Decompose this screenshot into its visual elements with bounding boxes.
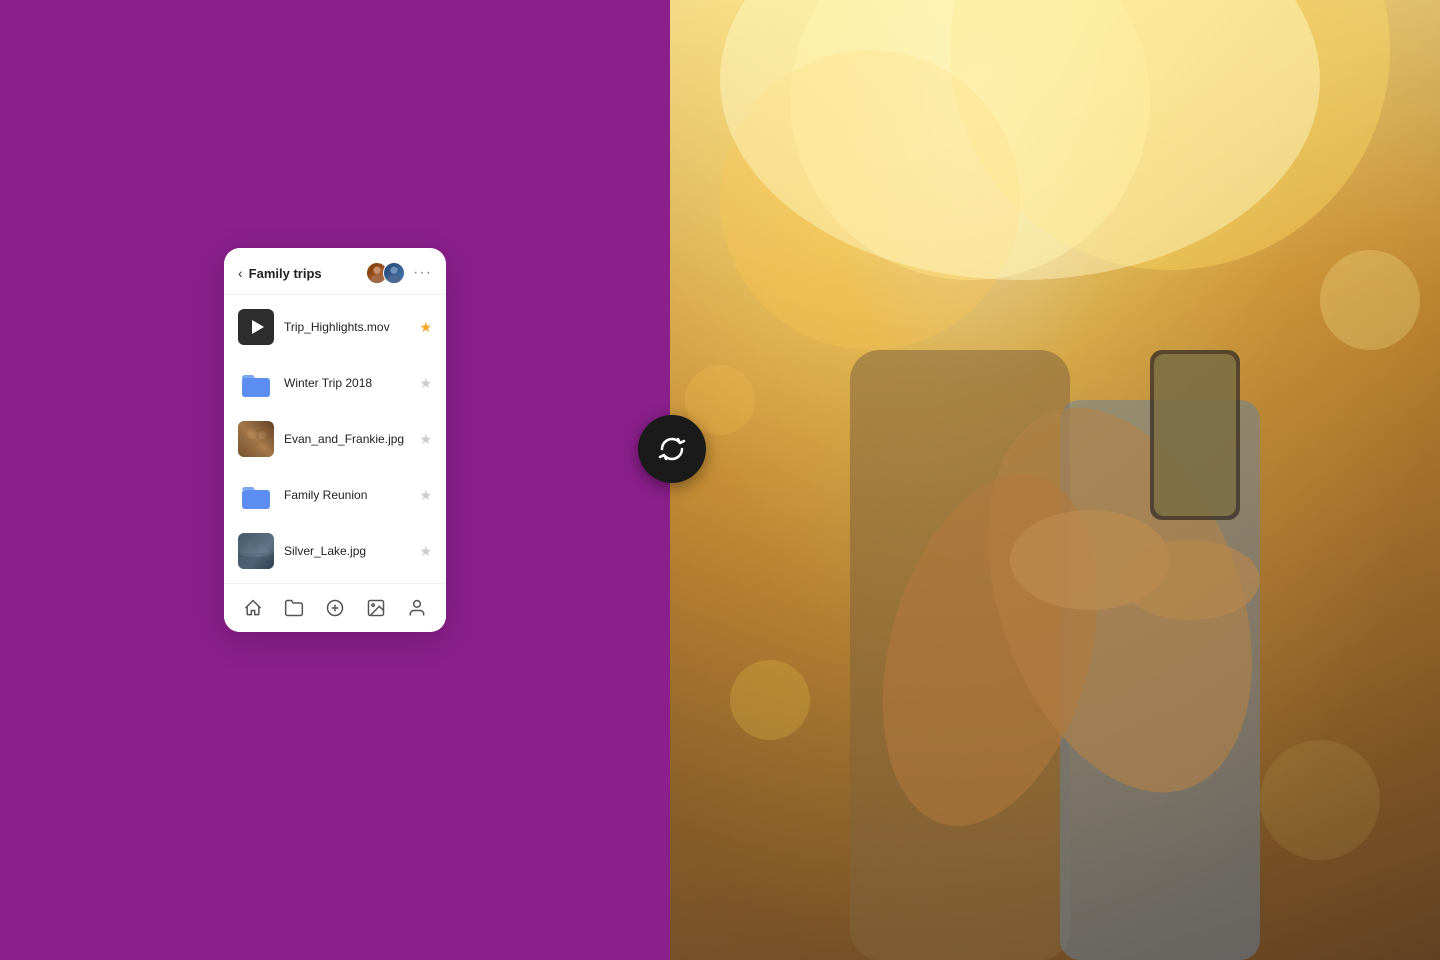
back-icon: ‹ (238, 265, 243, 281)
add-nav-icon[interactable] (323, 596, 347, 620)
home-nav-icon[interactable] (241, 596, 265, 620)
list-item[interactable]: Evan_and_Frankie.jpg ★ (224, 411, 446, 467)
right-panel (670, 0, 1440, 960)
phone-card: ‹ Family trips (224, 248, 446, 632)
sync-icon (656, 433, 688, 465)
list-item[interactable]: Trip_Highlights.mov ★ (224, 299, 446, 355)
folder-icon (238, 477, 274, 513)
folder-icon (238, 365, 274, 401)
file-name: Evan_and_Frankie.jpg (284, 432, 419, 446)
folder-nav-icon[interactable] (282, 596, 306, 620)
list-item[interactable]: Silver_Lake.jpg ★ (224, 523, 446, 579)
play-triangle-icon (252, 320, 264, 334)
person-nav-icon[interactable] (405, 596, 429, 620)
video-icon (238, 309, 274, 345)
file-list: Trip_Highlights.mov ★ Winter Trip 2018 ★ (224, 295, 446, 583)
folder-title: Family trips (249, 266, 366, 281)
avatar-2 (383, 262, 405, 284)
photo-overlay (670, 0, 1440, 960)
back-button[interactable]: ‹ (238, 265, 243, 281)
avatar-group (366, 262, 405, 284)
file-name: Silver_Lake.jpg (284, 544, 419, 558)
card-header: ‹ Family trips (224, 248, 446, 295)
star-icon[interactable]: ★ (419, 487, 432, 504)
image-thumbnail (238, 533, 274, 569)
list-item[interactable]: Winter Trip 2018 ★ (224, 355, 446, 411)
more-button[interactable]: ··· (413, 264, 432, 282)
star-icon[interactable]: ★ (419, 543, 432, 560)
photo-nav-icon[interactable] (364, 596, 388, 620)
file-name: Winter Trip 2018 (284, 376, 419, 390)
bottom-nav (224, 583, 446, 632)
image-thumbnail (238, 421, 274, 457)
file-name: Trip_Highlights.mov (284, 320, 419, 334)
list-item[interactable]: Family Reunion ★ (224, 467, 446, 523)
star-icon[interactable]: ★ (419, 319, 432, 336)
left-panel: ‹ Family trips (0, 0, 670, 960)
sync-button[interactable] (638, 415, 706, 483)
star-icon[interactable]: ★ (419, 375, 432, 392)
file-name: Family Reunion (284, 488, 419, 502)
star-icon[interactable]: ★ (419, 431, 432, 448)
